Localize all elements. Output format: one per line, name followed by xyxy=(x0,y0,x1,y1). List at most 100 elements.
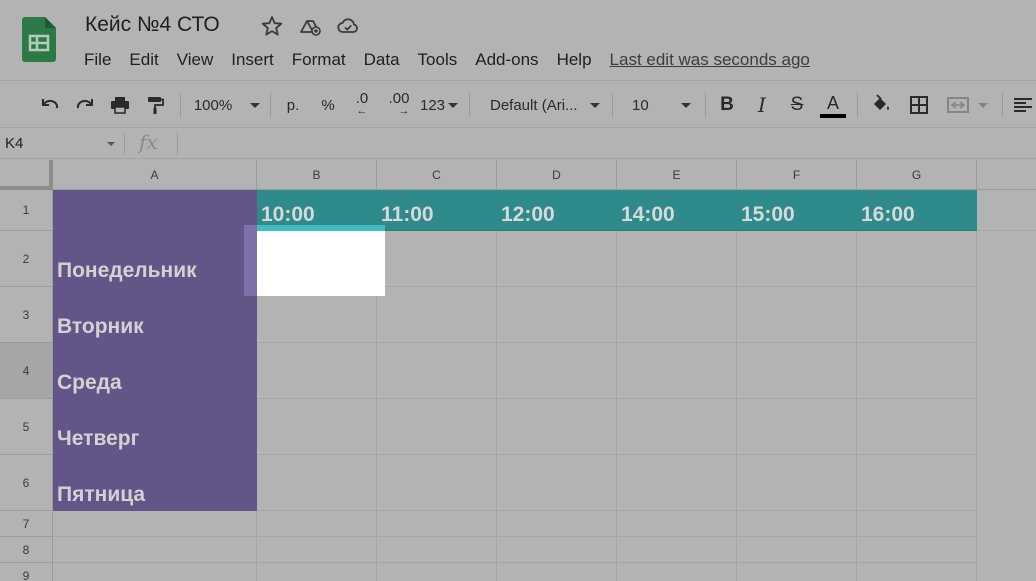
cell-d8[interactable] xyxy=(497,537,617,563)
borders-icon[interactable] xyxy=(904,81,934,129)
column-header-g[interactable]: G xyxy=(857,160,977,190)
print-icon[interactable] xyxy=(106,81,134,129)
row-header-1[interactable]: 1 xyxy=(0,190,53,231)
cell-e8[interactable] xyxy=(617,537,737,563)
format-currency-button[interactable]: р. xyxy=(280,81,306,129)
cell-f5[interactable] xyxy=(737,399,857,455)
cell-f9[interactable] xyxy=(737,563,857,581)
select-all-corner[interactable] xyxy=(0,160,53,190)
cell-c5[interactable] xyxy=(377,399,497,455)
menu-format[interactable]: Format xyxy=(283,49,355,71)
cell-f3[interactable] xyxy=(737,287,857,343)
text-color-button[interactable]: A xyxy=(818,81,848,129)
chevron-down-icon[interactable] xyxy=(107,142,115,146)
star-icon[interactable] xyxy=(260,14,284,38)
cell-d1[interactable]: 12:00 xyxy=(497,190,617,231)
column-header-c[interactable]: C xyxy=(377,160,497,190)
cell-e1[interactable]: 14:00 xyxy=(617,190,737,231)
undo-icon[interactable] xyxy=(36,81,64,129)
paint-format-icon[interactable] xyxy=(141,81,169,129)
column-header-e[interactable]: E xyxy=(617,160,737,190)
cell-b5[interactable] xyxy=(257,399,377,455)
cell-g3[interactable] xyxy=(857,287,977,343)
cell-d3[interactable] xyxy=(497,287,617,343)
cell-a8[interactable] xyxy=(53,537,257,563)
italic-button[interactable]: I xyxy=(749,81,775,129)
menu-tools[interactable]: Tools xyxy=(409,49,467,71)
row-header-7[interactable]: 7 xyxy=(0,511,53,537)
horizontal-align-icon[interactable] xyxy=(1012,81,1036,129)
more-formats-select[interactable]: 123 xyxy=(418,81,460,129)
cloud-saved-icon[interactable] xyxy=(336,14,360,38)
cell-e4[interactable] xyxy=(617,343,737,399)
menu-help[interactable]: Help xyxy=(548,49,601,71)
cell-c8[interactable] xyxy=(377,537,497,563)
cell-d5[interactable] xyxy=(497,399,617,455)
cell-f8[interactable] xyxy=(737,537,857,563)
menu-insert[interactable]: Insert xyxy=(222,49,283,71)
cell-a3[interactable]: Вторник xyxy=(53,287,257,343)
name-box[interactable]: K4 xyxy=(5,135,23,152)
sheets-logo-icon[interactable] xyxy=(22,17,56,62)
cell-e2[interactable] xyxy=(617,231,737,287)
row-header-5[interactable]: 5 xyxy=(0,399,53,455)
cell-b4[interactable] xyxy=(257,343,377,399)
row-header-4[interactable]: 4 xyxy=(0,343,53,399)
cell-g1[interactable]: 16:00 xyxy=(857,190,977,231)
cell-c4[interactable] xyxy=(377,343,497,399)
row-header-6[interactable]: 6 xyxy=(0,455,53,511)
cell-g6[interactable] xyxy=(857,455,977,511)
column-header-f[interactable]: F xyxy=(737,160,857,190)
cell-a7[interactable] xyxy=(53,511,257,537)
cell-e5[interactable] xyxy=(617,399,737,455)
column-header-b[interactable]: B xyxy=(257,160,377,190)
cell-g8[interactable] xyxy=(857,537,977,563)
cell-a2[interactable]: Понедельник xyxy=(53,231,257,287)
fill-color-icon[interactable] xyxy=(866,81,896,129)
decrease-decimal-button[interactable]: .0 ← xyxy=(349,81,375,129)
cell-d9[interactable] xyxy=(497,563,617,581)
cell-h1[interactable] xyxy=(977,190,1036,231)
spreadsheet-grid[interactable]: A B C D E F G 1 2 3 4 5 6 7 8 9 10:00 11… xyxy=(0,160,1036,581)
cell-e6[interactable] xyxy=(617,455,737,511)
cell-c1[interactable]: 11:00 xyxy=(377,190,497,231)
cell-f1[interactable]: 15:00 xyxy=(737,190,857,231)
cell-b9[interactable] xyxy=(257,563,377,581)
highlighted-cell-b2[interactable] xyxy=(257,225,385,296)
cell-f4[interactable] xyxy=(737,343,857,399)
menu-file[interactable]: File xyxy=(75,49,120,71)
last-edit-link[interactable]: Last edit was seconds ago xyxy=(610,49,810,71)
merge-cells-icon[interactable] xyxy=(941,81,993,129)
move-to-drive-icon[interactable] xyxy=(298,14,322,38)
cell-a1[interactable] xyxy=(53,190,257,231)
cell-c6[interactable] xyxy=(377,455,497,511)
cell-a9[interactable] xyxy=(53,563,257,581)
zoom-select[interactable]: 100% xyxy=(190,81,264,129)
cell-e7[interactable] xyxy=(617,511,737,537)
cell-g9[interactable] xyxy=(857,563,977,581)
cell-g7[interactable] xyxy=(857,511,977,537)
menu-data[interactable]: Data xyxy=(355,49,409,71)
cell-g5[interactable] xyxy=(857,399,977,455)
increase-decimal-button[interactable]: .00 → xyxy=(384,81,414,129)
row-header-2[interactable]: 2 xyxy=(0,231,53,287)
cell-c2[interactable] xyxy=(377,231,497,287)
document-title[interactable]: Кейс №4 СТО xyxy=(85,13,220,37)
cell-f7[interactable] xyxy=(737,511,857,537)
cell-c3[interactable] xyxy=(377,287,497,343)
cell-f6[interactable] xyxy=(737,455,857,511)
cell-g4[interactable] xyxy=(857,343,977,399)
menu-add-ons[interactable]: Add-ons xyxy=(466,49,547,71)
redo-icon[interactable] xyxy=(71,81,99,129)
cell-b7[interactable] xyxy=(257,511,377,537)
column-header-a[interactable]: A xyxy=(53,160,257,190)
font-family-select[interactable]: Default (Ari... xyxy=(480,81,604,129)
cell-b8[interactable] xyxy=(257,537,377,563)
cell-d6[interactable] xyxy=(497,455,617,511)
row-header-9[interactable]: 9 xyxy=(0,563,53,581)
font-size-select[interactable]: 10 xyxy=(622,81,698,129)
format-percent-button[interactable]: % xyxy=(315,81,341,129)
cell-f2[interactable] xyxy=(737,231,857,287)
cell-e3[interactable] xyxy=(617,287,737,343)
cell-g2[interactable] xyxy=(857,231,977,287)
